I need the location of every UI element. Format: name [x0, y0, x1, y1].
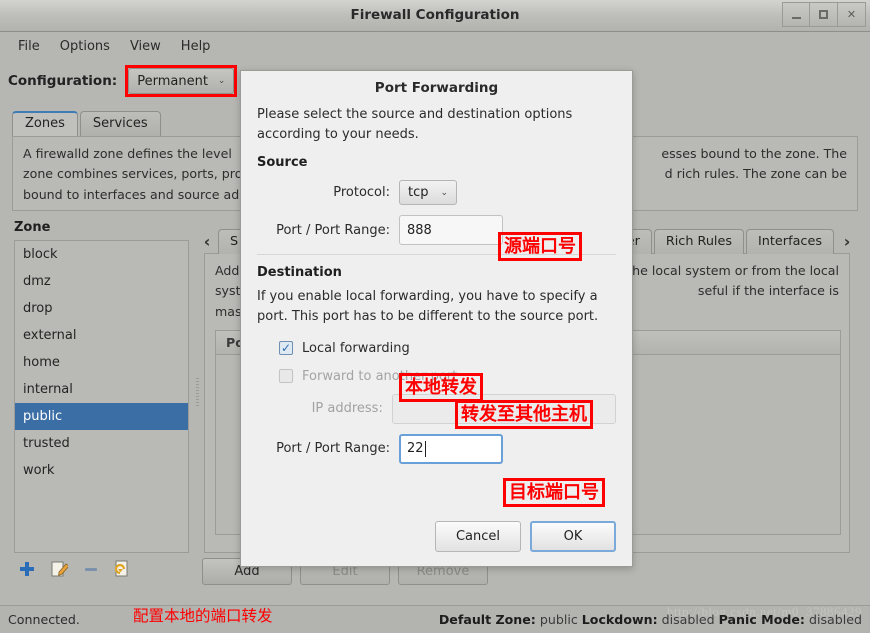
configuration-label: Configuration:: [8, 73, 118, 89]
text-cursor: [424, 440, 426, 457]
main-tab-bar: Zones Services: [12, 110, 163, 136]
load-defaults-icon[interactable]: [114, 560, 132, 578]
annotation-source-port: 源端口号: [498, 232, 582, 262]
menu-help[interactable]: Help: [171, 36, 221, 57]
window-title: Firewall Configuration: [350, 7, 520, 23]
close-icon: ✕: [846, 8, 857, 21]
zone-desc-line2-right: d rich rules. The zone can be: [664, 166, 847, 182]
tab-services[interactable]: Services: [79, 111, 161, 136]
annotation-forward-other-host: 转发至其他主机: [455, 400, 593, 430]
zone-list[interactable]: block dmz drop external home internal pu…: [14, 240, 189, 553]
local-forwarding-checkbox[interactable]: ✓: [279, 341, 293, 356]
protocol-label: Protocol:: [333, 185, 390, 201]
tab-zones[interactable]: Zones: [12, 111, 78, 136]
source-port-value: 888: [407, 222, 432, 238]
dialog-intro-line2: according to your needs.: [257, 127, 419, 143]
edit-zone-icon[interactable]: [50, 560, 68, 578]
configuration-annotation-box: Permanent ⌄: [125, 65, 238, 97]
zone-item-drop[interactable]: drop: [15, 295, 188, 322]
menu-file[interactable]: File: [8, 36, 50, 57]
protocol-row: Protocol: tcp ⌄: [257, 180, 616, 206]
close-button[interactable]: ✕: [838, 2, 866, 27]
maximize-button[interactable]: [810, 2, 838, 27]
status-info: Default Zone: public Lockdown: disabled …: [439, 612, 862, 627]
annotation-status-note: 配置本地的端口转发: [133, 607, 273, 625]
chevron-down-icon: ⌄: [440, 187, 449, 198]
local-forwarding-label: Local forwarding: [302, 340, 410, 356]
zone-desc-line1-left: A firewalld zone defines the level: [23, 146, 232, 161]
source-port-input[interactable]: 888: [399, 215, 503, 246]
status-bar: Connected. http://blog.csdn.net/m0_37886…: [0, 604, 870, 633]
lockdown-value: disabled: [661, 612, 715, 627]
configuration-value: Permanent: [137, 73, 208, 89]
pf-desc-r1: he local system or from the local: [632, 263, 839, 278]
panic-mode-value: disabled: [808, 612, 862, 627]
dest-note-line2: port. This port has to be different to t…: [257, 309, 599, 325]
zone-list-heading: Zone: [14, 220, 51, 235]
add-zone-icon[interactable]: [18, 560, 36, 578]
lockdown-label: Lockdown:: [581, 612, 658, 627]
zone-item-public[interactable]: public: [15, 403, 188, 430]
ok-button[interactable]: OK: [530, 521, 616, 552]
dest-port-row: Port / Port Range: 22: [257, 433, 616, 464]
configuration-dropdown[interactable]: Permanent ⌄: [128, 68, 235, 94]
zone-item-dmz[interactable]: dmz: [15, 268, 188, 295]
minimize-icon: [791, 17, 801, 19]
minimize-button[interactable]: [782, 2, 810, 27]
dialog-buttons: Cancel OK: [435, 521, 616, 552]
annotation-local-forwarding: 本地转发: [399, 373, 483, 403]
panic-mode-label: Panic Mode:: [718, 612, 805, 627]
dest-note-line1: If you enable local forwarding, you have…: [257, 289, 598, 305]
zone-item-block[interactable]: block: [15, 241, 188, 268]
panel-splitter[interactable]: [193, 243, 202, 553]
source-port-label: Port / Port Range:: [276, 222, 390, 238]
zone-item-work[interactable]: work: [15, 457, 188, 484]
dest-port-value: 22: [407, 441, 424, 457]
sub-tab-interfaces[interactable]: Interfaces: [746, 229, 834, 254]
sub-tab-rich-rules[interactable]: Rich Rules: [653, 229, 745, 254]
default-zone-label: Default Zone:: [438, 612, 536, 627]
dest-port-label: Port / Port Range:: [276, 441, 390, 457]
menu-options[interactable]: Options: [50, 36, 120, 57]
zone-item-internal[interactable]: internal: [15, 376, 188, 403]
title-bar: Firewall Configuration ✕: [0, 0, 870, 32]
zone-item-home[interactable]: home: [15, 349, 188, 376]
protocol-value: tcp: [408, 185, 429, 201]
window-controls: ✕: [782, 2, 866, 28]
pf-desc-r2: seful if the interface is: [697, 283, 839, 299]
chevron-down-icon: ⌄: [217, 76, 226, 86]
zone-desc-line1-right: esses bound to the zone. The: [661, 146, 847, 161]
default-zone-value: public: [539, 612, 578, 627]
menu-view[interactable]: View: [120, 36, 171, 57]
check-icon: ✓: [280, 341, 292, 356]
dialog-title: Port Forwarding: [241, 71, 632, 105]
connection-status: Connected.: [8, 612, 80, 627]
menu-bar: File Options View Help: [0, 32, 870, 60]
dest-port-input[interactable]: 22: [399, 433, 503, 464]
splitter-grip-icon: [196, 378, 199, 408]
forward-another-checkbox[interactable]: [279, 369, 293, 384]
annotation-dest-port: 目标端口号: [503, 478, 605, 508]
ip-address-label: IP address:: [311, 401, 383, 417]
maximize-icon: [819, 10, 828, 19]
protocol-dropdown[interactable]: tcp ⌄: [399, 180, 458, 206]
zone-desc-line2-left: zone combines services, ports, pro: [23, 166, 243, 182]
zone-item-external[interactable]: external: [15, 322, 188, 349]
dialog-intro-line1: Please select the source and destination…: [257, 107, 573, 122]
zone-item-trusted[interactable]: trusted: [15, 430, 188, 457]
zone-toolbar: [18, 560, 132, 578]
remove-zone-icon[interactable]: [82, 560, 100, 578]
firewall-configuration-window: Firewall Configuration ✕ File Options Vi…: [0, 0, 870, 633]
destination-heading: Destination: [257, 265, 342, 281]
tabs-scroll-right-icon[interactable]: ›: [836, 228, 858, 254]
cancel-button[interactable]: Cancel: [435, 521, 521, 552]
tabs-scroll-left-icon[interactable]: ‹: [196, 228, 218, 254]
source-heading: Source: [257, 155, 308, 171]
local-forwarding-row[interactable]: ✓ Local forwarding: [257, 341, 616, 356]
